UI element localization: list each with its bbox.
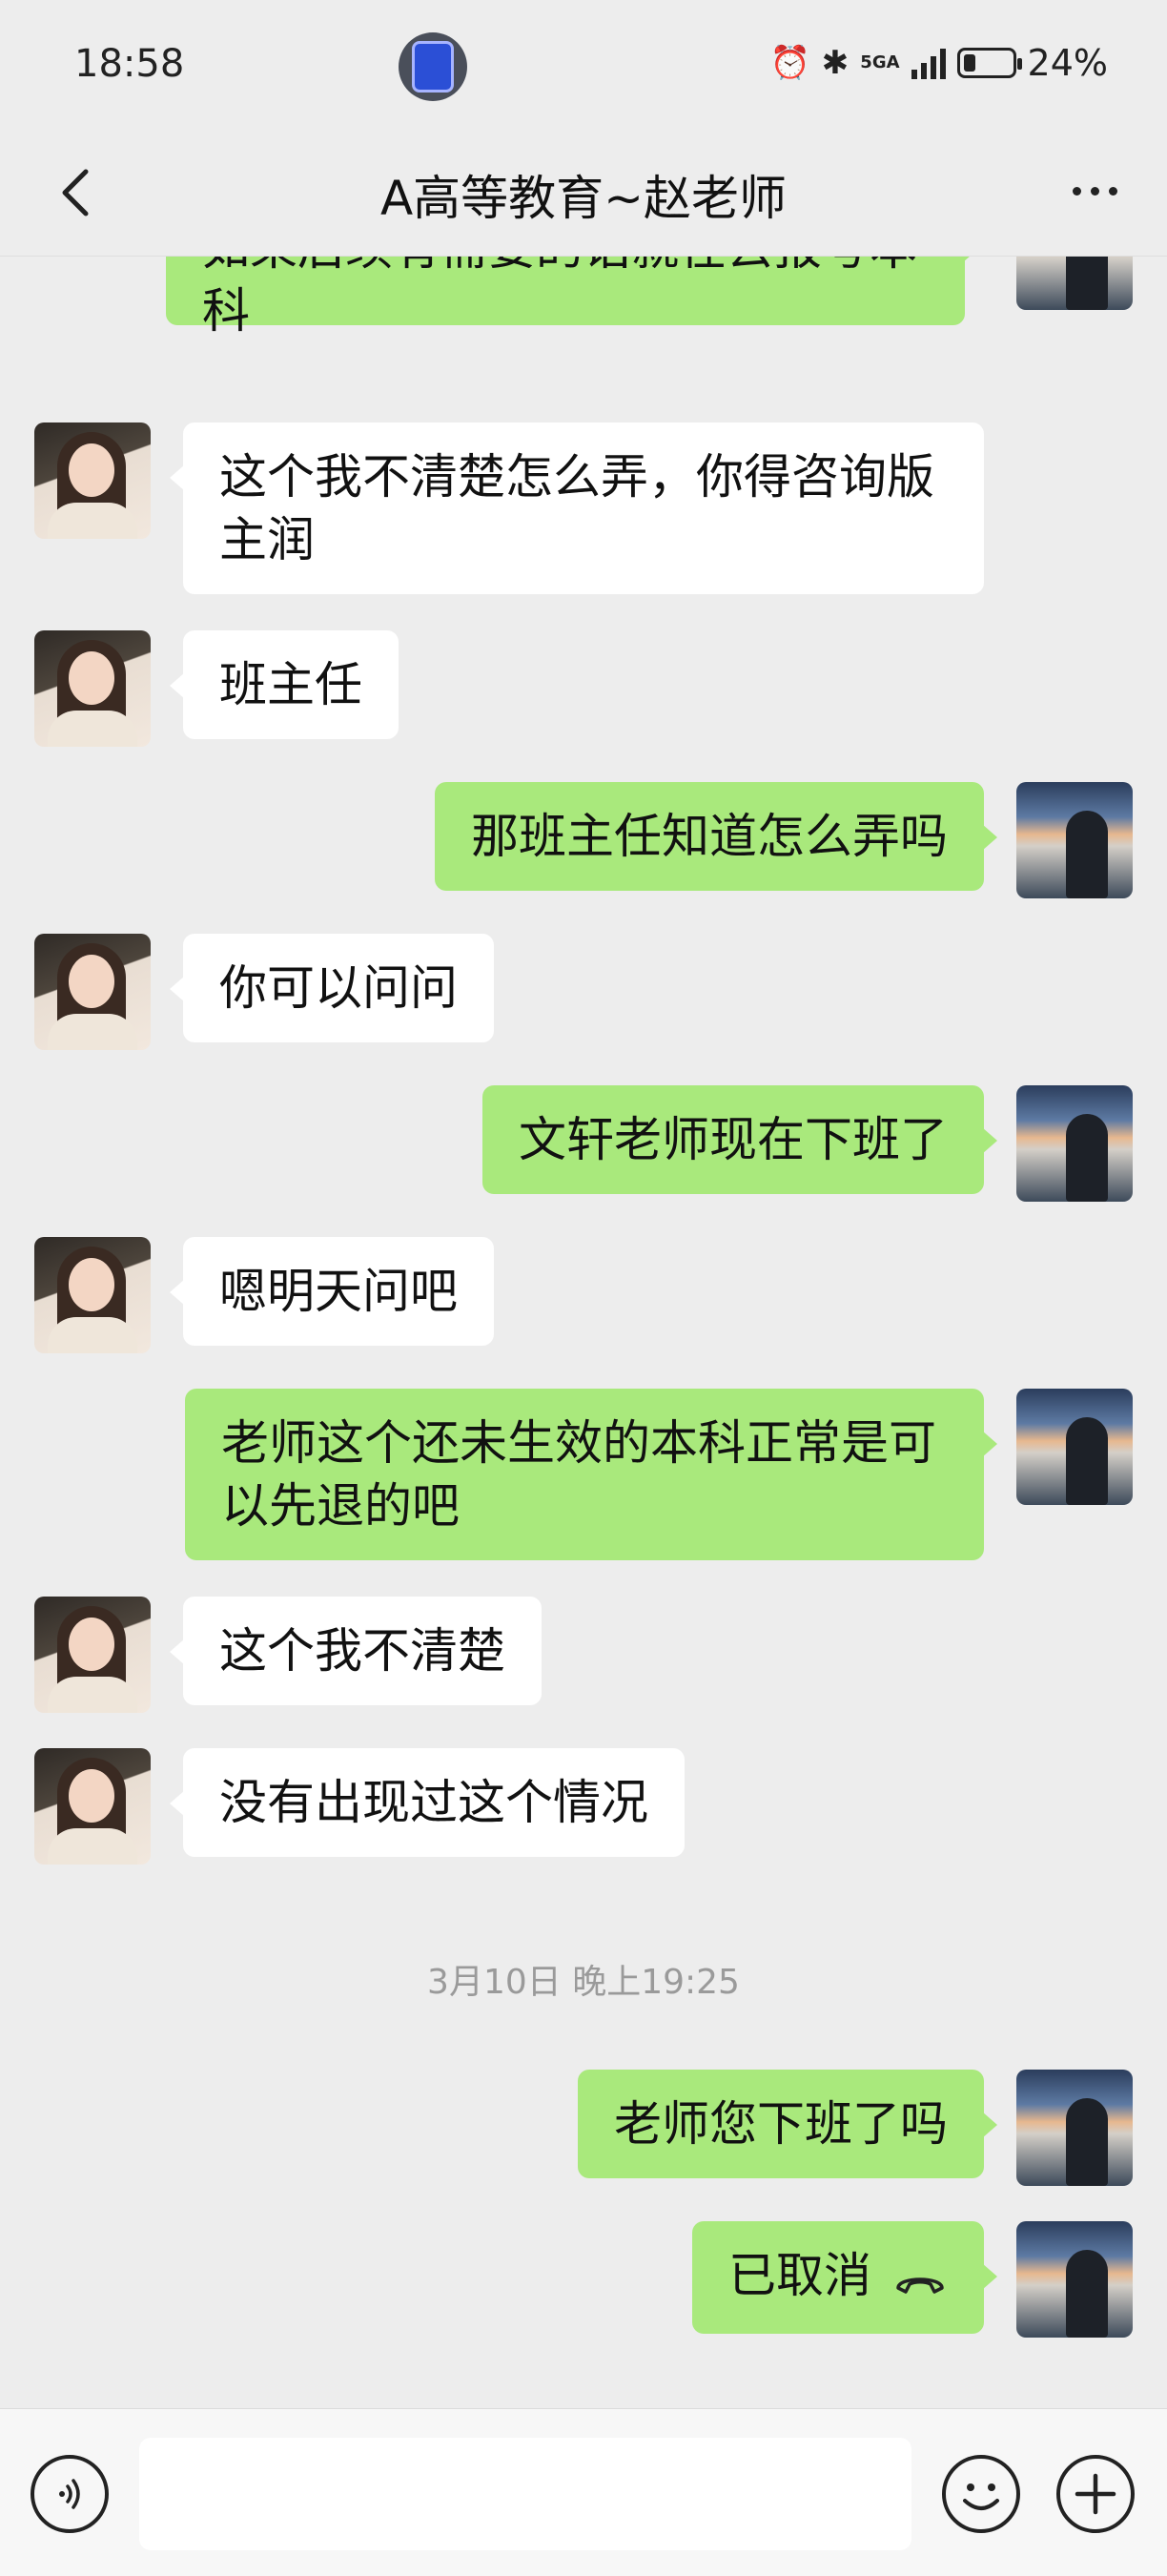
self-avatar[interactable] bbox=[1016, 1085, 1133, 1202]
hangup-phone-icon bbox=[892, 2248, 948, 2311]
message-list[interactable]: 如果后续有需要的话就在去报考本科 这个我不清楚怎么弄，你得咨询版主润 班主任 那… bbox=[0, 257, 1167, 2408]
message-row: 文轩老师现在下班了 bbox=[0, 1085, 1167, 1202]
self-avatar[interactable] bbox=[1016, 782, 1133, 898]
alarm-icon: ⏰ bbox=[769, 44, 810, 82]
message-bubble[interactable]: 如果后续有需要的话就在去报考本科 bbox=[166, 257, 978, 339]
message-row: 这个我不清楚 bbox=[0, 1597, 1167, 1713]
call-status-text: 已取消 bbox=[728, 2248, 871, 2303]
status-bar: 18:58 ⏰ ✱ 5GA 24% bbox=[0, 0, 1167, 134]
message-row: 班主任 bbox=[0, 630, 1167, 747]
message-row: 这个我不清楚怎么弄，你得咨询版主润 bbox=[0, 422, 1167, 594]
message-row: 老师您下班了吗 bbox=[0, 2070, 1167, 2186]
app-notification-icon bbox=[399, 32, 467, 101]
message-row: 那班主任知道怎么弄吗 bbox=[0, 782, 1167, 898]
message-bubble[interactable]: 这个我不清楚怎么弄，你得咨询版主润 bbox=[170, 422, 984, 594]
teacher-avatar[interactable] bbox=[34, 1748, 151, 1865]
message-bubble[interactable]: 这个我不清楚 bbox=[170, 1597, 542, 1705]
self-avatar[interactable] bbox=[1016, 2070, 1133, 2186]
teacher-avatar[interactable] bbox=[34, 422, 151, 539]
battery-percent: 24% bbox=[1027, 42, 1108, 84]
self-avatar[interactable] bbox=[1016, 2221, 1133, 2338]
message-bubble[interactable]: 没有出现过这个情况 bbox=[170, 1748, 685, 1857]
message-row: 已取消 bbox=[0, 2221, 1167, 2338]
message-input[interactable] bbox=[139, 2438, 911, 2550]
status-time: 18:58 bbox=[74, 42, 185, 86]
message-bubble[interactable]: 老师这个还未生效的本科正常是可以先退的吧 bbox=[185, 1389, 997, 1560]
teacher-avatar[interactable] bbox=[34, 934, 151, 1050]
call-record-bubble[interactable]: 已取消 bbox=[692, 2221, 997, 2334]
message-bubble[interactable]: 那班主任知道怎么弄吗 bbox=[435, 782, 997, 891]
plus-icon[interactable] bbox=[1056, 2455, 1135, 2533]
bluetooth-icon: ✱ bbox=[821, 44, 850, 82]
input-bar bbox=[0, 2408, 1167, 2576]
teacher-avatar[interactable] bbox=[34, 1237, 151, 1353]
status-icons: ⏰ ✱ 5GA 24% bbox=[769, 42, 1108, 84]
chat-title: A高等教育~赵老师 bbox=[379, 171, 788, 226]
chat-header: A高等教育~赵老师 bbox=[0, 134, 1167, 257]
network-label: 5GA bbox=[860, 52, 900, 72]
message-row: 没有出现过这个情况 bbox=[0, 1748, 1167, 1865]
message-bubble[interactable]: 嗯明天问吧 bbox=[170, 1237, 494, 1346]
message-bubble[interactable]: 班主任 bbox=[170, 630, 399, 739]
message-row: 你可以问问 bbox=[0, 934, 1167, 1050]
voice-icon[interactable] bbox=[31, 2455, 109, 2533]
teacher-avatar[interactable] bbox=[34, 1597, 151, 1713]
self-avatar[interactable] bbox=[1016, 257, 1133, 310]
message-timestamp: 3月10日 晚上19:25 bbox=[427, 1963, 740, 2002]
signal-icon bbox=[911, 47, 946, 79]
emoji-icon[interactable] bbox=[942, 2455, 1020, 2533]
teacher-avatar[interactable] bbox=[34, 630, 151, 747]
more-dots-icon[interactable] bbox=[1056, 160, 1133, 221]
message-bubble[interactable]: 老师您下班了吗 bbox=[578, 2070, 997, 2178]
battery-icon bbox=[956, 48, 1022, 78]
message-bubble[interactable]: 你可以问问 bbox=[170, 934, 494, 1042]
message-bubble[interactable]: 文轩老师现在下班了 bbox=[482, 1085, 997, 1194]
message-row: 老师这个还未生效的本科正常是可以先退的吧 bbox=[0, 1389, 1167, 1560]
message-row: 嗯明天问吧 bbox=[0, 1237, 1167, 1353]
self-avatar[interactable] bbox=[1016, 1389, 1133, 1505]
message-row: 如果后续有需要的话就在去报考本科 bbox=[0, 257, 1167, 339]
